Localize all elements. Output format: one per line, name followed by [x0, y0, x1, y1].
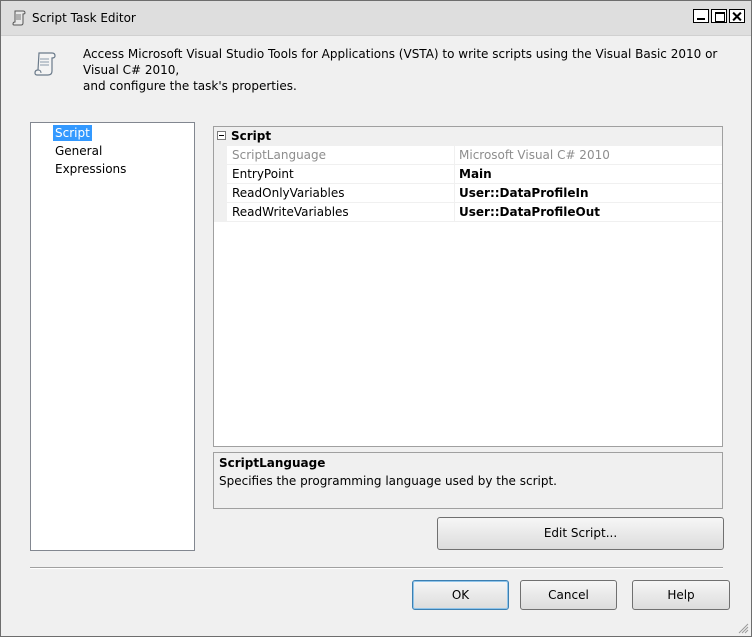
window-title: Script Task Editor: [32, 11, 136, 25]
script-task-editor-window: Script Task Editor Access Microsoft Visu…: [0, 0, 752, 637]
nav-item-script[interactable]: Script: [53, 125, 92, 141]
row-margin: [214, 165, 227, 184]
property-value[interactable]: Microsoft Visual C# 2010: [455, 146, 722, 165]
property-value[interactable]: User::DataProfileOut: [455, 203, 722, 222]
header-description: Access Microsoft Visual Studio Tools for…: [83, 46, 743, 94]
property-name: ReadOnlyVariables: [227, 184, 455, 203]
property-category-label: Script: [231, 129, 272, 143]
property-value[interactable]: Main: [455, 165, 722, 184]
property-name: EntryPoint: [227, 165, 455, 184]
ok-button[interactable]: OK: [412, 580, 509, 610]
row-margin: [214, 184, 227, 203]
cancel-button[interactable]: Cancel: [520, 580, 617, 610]
divider: [30, 567, 723, 569]
window-controls: [691, 9, 745, 23]
resize-grip-icon[interactable]: [737, 622, 749, 634]
script-scroll-icon: [34, 52, 56, 76]
description-title: ScriptLanguage: [219, 456, 326, 470]
property-category-script[interactable]: Script: [214, 127, 722, 146]
row-margin: [214, 146, 227, 165]
property-grid: Script ScriptLanguage Microsoft Visual C…: [213, 126, 723, 447]
edit-script-button[interactable]: Edit Script...: [437, 517, 724, 550]
property-name: ScriptLanguage: [227, 146, 455, 165]
title-bar[interactable]: Script Task Editor: [1, 1, 751, 36]
nav-item-expressions[interactable]: Expressions: [53, 161, 128, 177]
page-nav-list: Script General Expressions: [30, 122, 195, 551]
property-row-scriptlanguage[interactable]: ScriptLanguage Microsoft Visual C# 2010: [214, 146, 722, 165]
help-button[interactable]: Help: [632, 580, 730, 610]
property-name: ReadWriteVariables: [227, 203, 455, 222]
nav-item-general[interactable]: General: [53, 143, 104, 159]
minimize-icon[interactable]: [693, 9, 709, 23]
property-row-readwritevariables[interactable]: ReadWriteVariables User::DataProfileOut: [214, 203, 722, 222]
description-text: Specifies the programming language used …: [219, 474, 557, 488]
property-row-entrypoint[interactable]: EntryPoint Main: [214, 165, 722, 184]
row-margin: [214, 203, 227, 222]
script-scroll-icon: [12, 10, 26, 26]
header-description-line1: Access Microsoft Visual Studio Tools for…: [83, 47, 718, 77]
maximize-icon[interactable]: [711, 9, 727, 23]
header-description-line2: and configure the task's properties.: [83, 79, 297, 93]
dialog-header: Access Microsoft Visual Studio Tools for…: [1, 36, 751, 108]
close-icon[interactable]: [729, 9, 745, 23]
collapse-icon[interactable]: [217, 131, 226, 140]
property-row-readonlyvariables[interactable]: ReadOnlyVariables User::DataProfileIn: [214, 184, 722, 203]
property-value[interactable]: User::DataProfileIn: [455, 184, 722, 203]
property-description-pane: ScriptLanguage Specifies the programming…: [213, 452, 723, 509]
